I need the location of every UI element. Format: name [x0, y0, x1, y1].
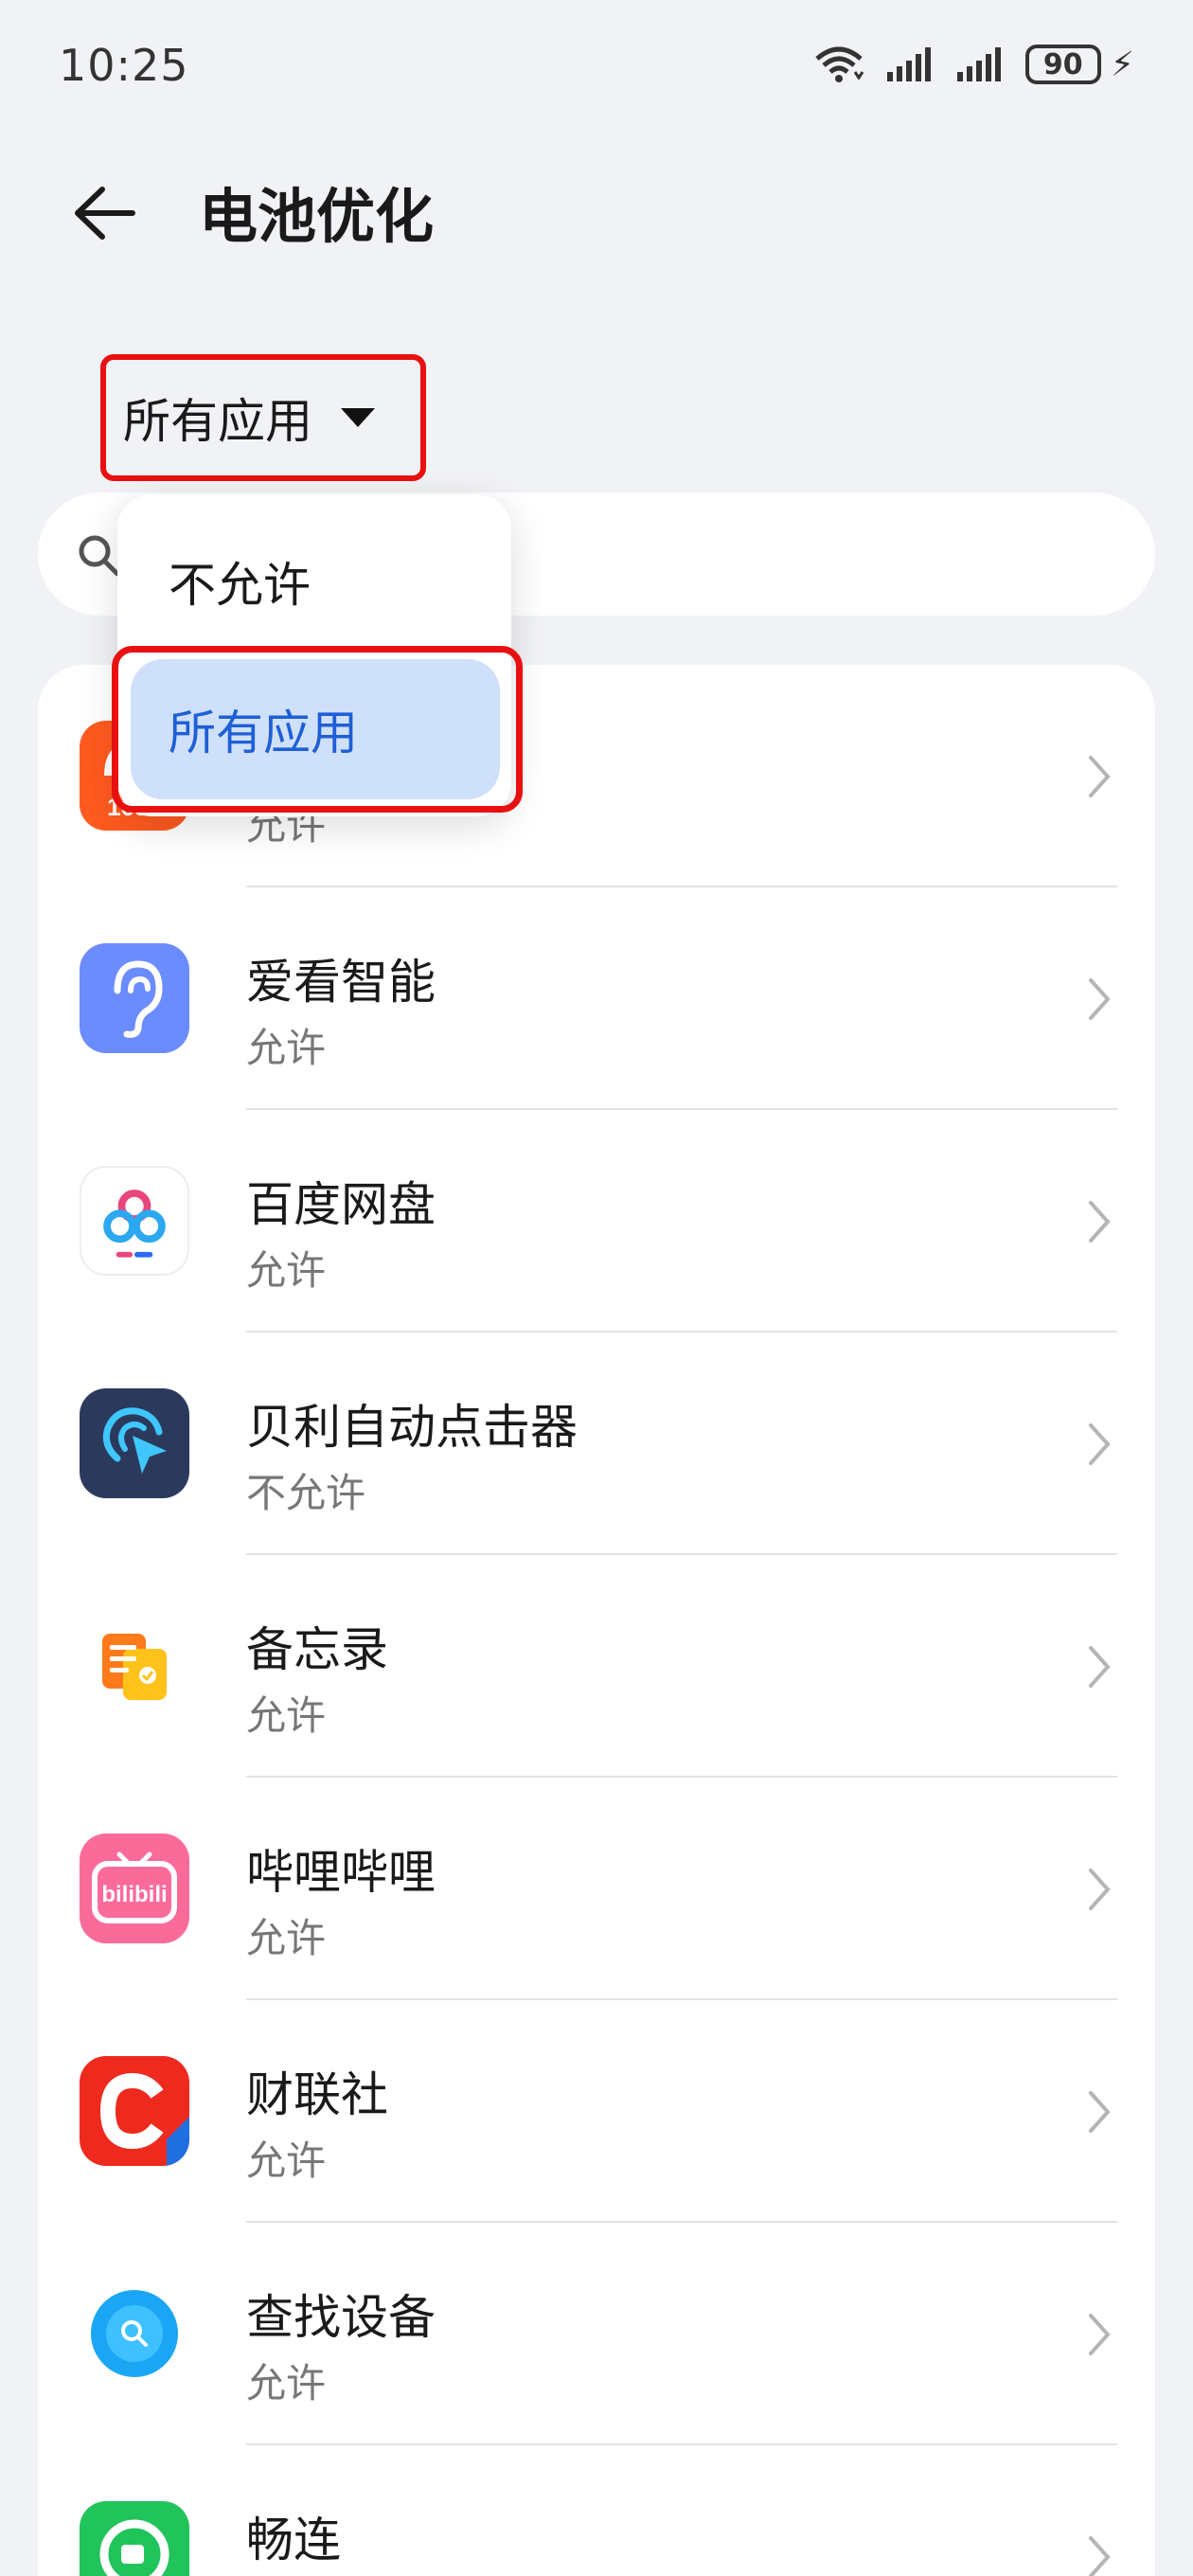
menu-item-not-allowed[interactable]: 不允许 [169, 547, 311, 616]
find-device-icon [80, 2279, 189, 2388]
battery-optimization-screen: 10:25 90 ⚡ 电池优化 所有应用 允许 爱看智能 允许 百度网盘 允许 … [0, 0, 1193, 2576]
app-list: 1688 允许 爱看智能 允许 [38, 665, 1155, 2576]
ear-icon [80, 943, 189, 1053]
list-item[interactable]: bilibili 哔哩哔哩 允许 [38, 1778, 1155, 2000]
menu-item-all-apps[interactable]: 所有应用 [131, 659, 500, 799]
list-item[interactable]: 备忘录 允许 [38, 1555, 1155, 1778]
app-name: 贝利自动点击器 [246, 1400, 578, 1455]
list-item[interactable]: 财联社 允许 [38, 2000, 1155, 2223]
chevron-right-icon [1089, 2536, 1111, 2576]
auto-clicker-icon [80, 1388, 189, 1498]
list-item[interactable]: 百度网盘 允许 [38, 1110, 1155, 1333]
filter-dropdown-button[interactable]: 所有应用 [100, 354, 426, 481]
app-status: 允许 [246, 1692, 327, 1739]
list-item[interactable]: 爱看智能 允许 [38, 887, 1155, 1110]
app-status: 允许 [246, 2360, 327, 2406]
svg-text:bilibili: bilibili [101, 1882, 167, 1907]
chevron-right-icon [1089, 1201, 1111, 1243]
chevron-right-icon [1089, 1423, 1111, 1465]
memo-icon [80, 1611, 189, 1721]
status-time: 10:25 [59, 40, 189, 91]
page-title: 电池优化 [199, 182, 435, 251]
caret-down-icon [341, 408, 375, 427]
app-name: 畅连 [246, 2513, 341, 2567]
search-icon [79, 535, 120, 577]
app-status: 允许 [246, 1915, 327, 1961]
app-name: 爱看智能 [246, 955, 436, 1010]
chevron-right-icon [1089, 2314, 1111, 2355]
status-bar: 10:25 90 ⚡ [0, 0, 1193, 133]
chevron-right-icon [1089, 1646, 1111, 1688]
back-button[interactable] [66, 170, 151, 256]
app-name: 查找设备 [246, 2290, 436, 2345]
chevron-right-icon [1089, 2091, 1111, 2133]
list-item[interactable]: 查找设备 允许 [38, 2223, 1155, 2445]
signal-icon-1 [886, 47, 931, 81]
app-status: 允许 [246, 1247, 327, 1294]
battery-level: 90 [1042, 47, 1083, 81]
bilibili-icon: bilibili [80, 1834, 189, 1943]
status-icons: 90 ⚡ [813, 44, 1134, 85]
list-item[interactable]: 贝利自动点击器 不允许 [38, 1333, 1155, 1555]
app-name: 财联社 [246, 2067, 388, 2122]
app-status: 不允许 [246, 1470, 366, 1516]
app-name: 备忘录 [246, 1622, 388, 1677]
wifi-icon [815, 46, 864, 82]
baidu-netdisk-icon [80, 1166, 189, 1276]
filter-label: 所有应用 [123, 394, 312, 449]
list-item[interactable]: 畅连 [38, 2445, 1155, 2576]
app-status: 允许 [246, 1025, 327, 1071]
app-name: 百度网盘 [246, 1177, 436, 1232]
battery-icon: 90 [1024, 45, 1101, 84]
app-status: 允许 [246, 2138, 327, 2184]
signal-icon-2 [956, 47, 1001, 81]
chevron-right-icon [1089, 978, 1111, 1020]
chevron-right-icon [1089, 1869, 1111, 1910]
app-name: 哔哩哔哩 [246, 1845, 436, 1900]
cls-icon [80, 2056, 189, 2166]
changlian-icon [80, 2501, 189, 2576]
charging-icon: ⚡ [1110, 45, 1134, 84]
chevron-right-icon [1089, 756, 1111, 797]
